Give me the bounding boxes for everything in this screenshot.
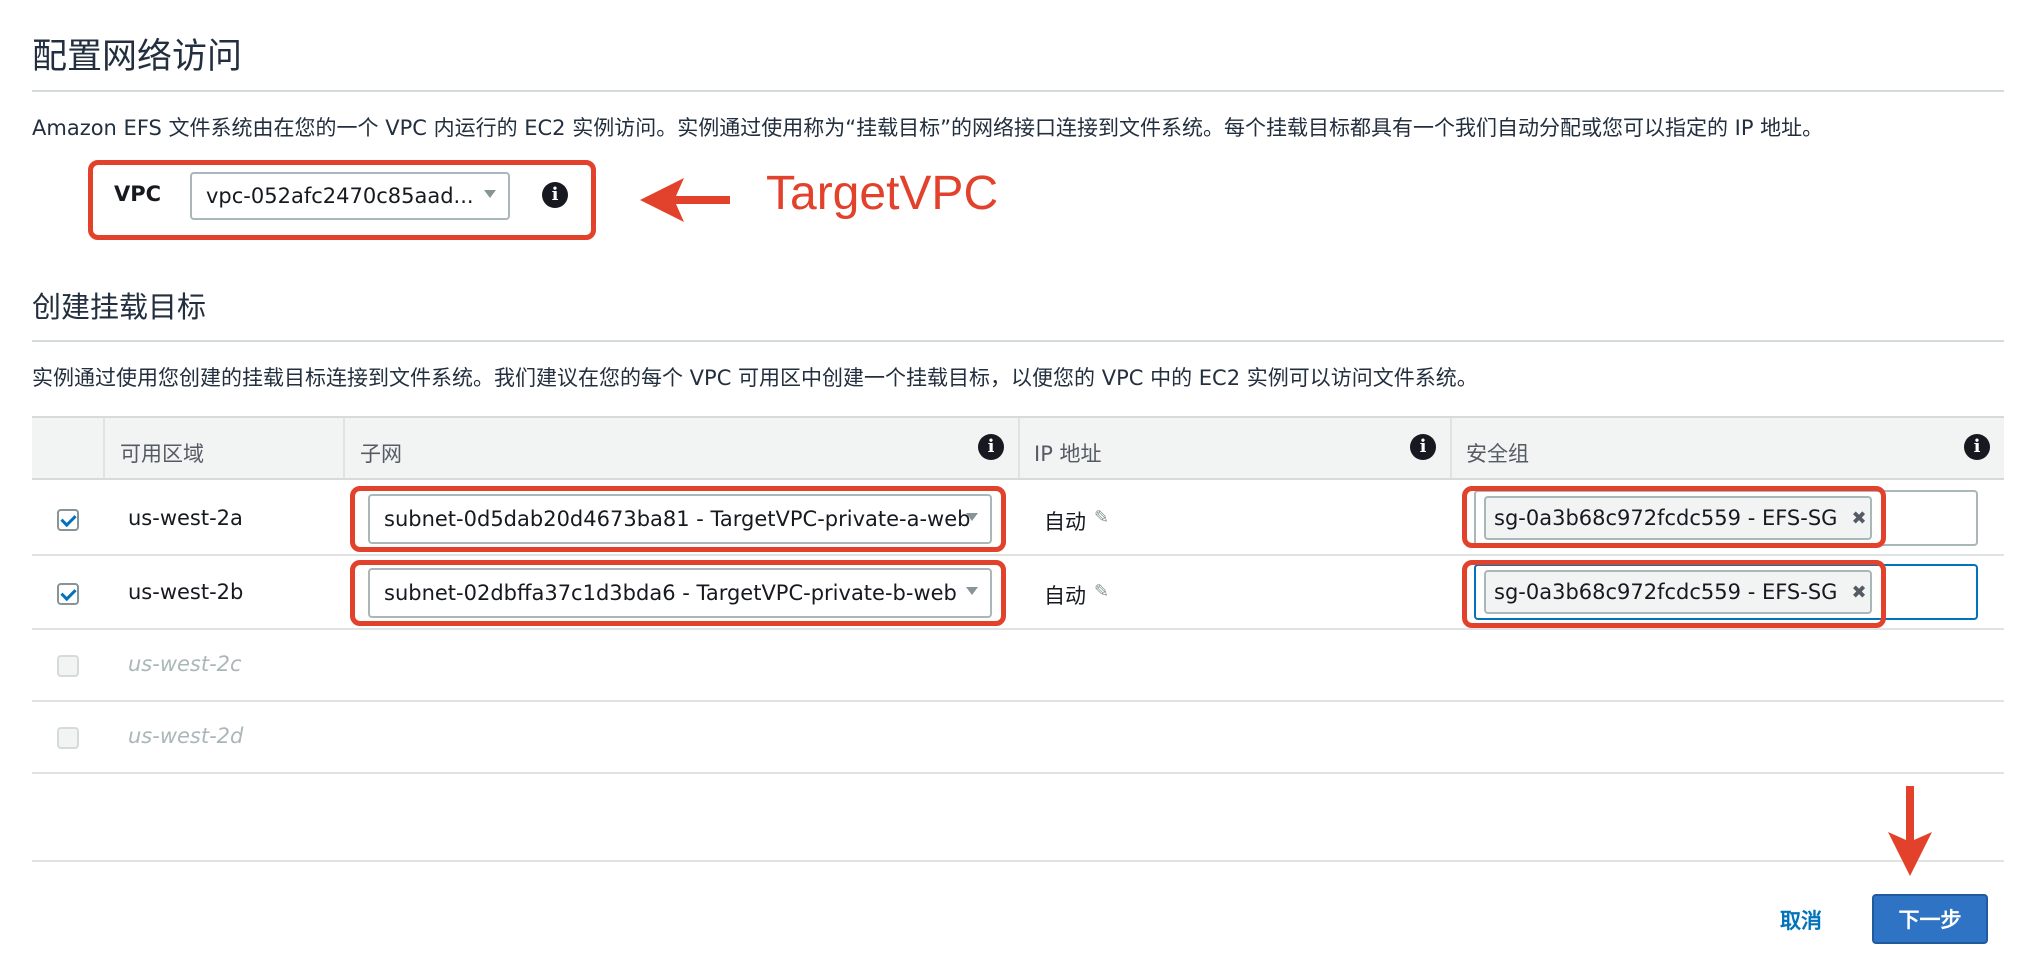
row-checkbox[interactable] <box>57 727 79 749</box>
annotation-arrow-left-icon <box>640 178 730 222</box>
cancel-button[interactable]: 取消 <box>1780 905 1822 935</box>
pencil-icon[interactable]: ✎ <box>1094 507 1109 528</box>
row-divider <box>32 700 2004 702</box>
divider <box>32 340 2004 342</box>
row-divider <box>32 554 2004 556</box>
column-separator <box>343 418 345 478</box>
annotation-label: TargetVPC <box>766 167 999 220</box>
highlight-subnet <box>350 560 1006 626</box>
row-checkbox[interactable] <box>57 655 79 677</box>
highlight-security-group <box>1462 486 1886 548</box>
column-header-security-group: 安全组 <box>1466 442 1529 466</box>
row-checkbox[interactable] <box>57 583 79 605</box>
row-checkbox[interactable] <box>57 509 79 531</box>
mount-description: 实例通过使用您创建的挂载目标连接到文件系统。我们建议在您的每个 VPC 可用区中… <box>32 366 1478 390</box>
row-divider <box>32 628 2004 630</box>
mount-section-title: 创建挂载目标 <box>32 290 207 324</box>
highlight-vpc <box>88 160 596 240</box>
ip-auto-label: 自动 <box>1044 510 1086 534</box>
zone-label: us-west-2c <box>128 652 242 676</box>
network-section-title: 配置网络访问 <box>32 37 243 77</box>
zone-label: us-west-2d <box>128 724 244 748</box>
pencil-icon[interactable]: ✎ <box>1094 581 1109 602</box>
column-separator <box>1450 418 1452 478</box>
highlight-subnet <box>350 486 1006 552</box>
next-button[interactable]: 下一步 <box>1872 894 1988 944</box>
column-separator <box>103 418 105 478</box>
info-icon[interactable]: i <box>1964 434 1990 460</box>
footer-divider <box>32 860 2004 862</box>
zone-label: us-west-2a <box>128 506 243 530</box>
column-header-ip: IP 地址 <box>1034 442 1102 466</box>
column-separator <box>1018 418 1020 478</box>
ip-auto-label: 自动 <box>1044 584 1086 608</box>
info-icon[interactable]: i <box>978 434 1004 460</box>
network-description: Amazon EFS 文件系统由在您的一个 VPC 内运行的 EC2 实例访问。… <box>32 116 1824 140</box>
column-header-subnet: 子网 <box>360 442 402 466</box>
row-divider <box>32 772 2004 774</box>
column-header-zone: 可用区域 <box>120 442 204 466</box>
annotation-arrow-down-icon <box>1888 786 1932 876</box>
highlight-security-group <box>1462 560 1886 628</box>
divider <box>32 90 2004 92</box>
info-icon[interactable]: i <box>1410 434 1436 460</box>
zone-label: us-west-2b <box>128 580 244 604</box>
